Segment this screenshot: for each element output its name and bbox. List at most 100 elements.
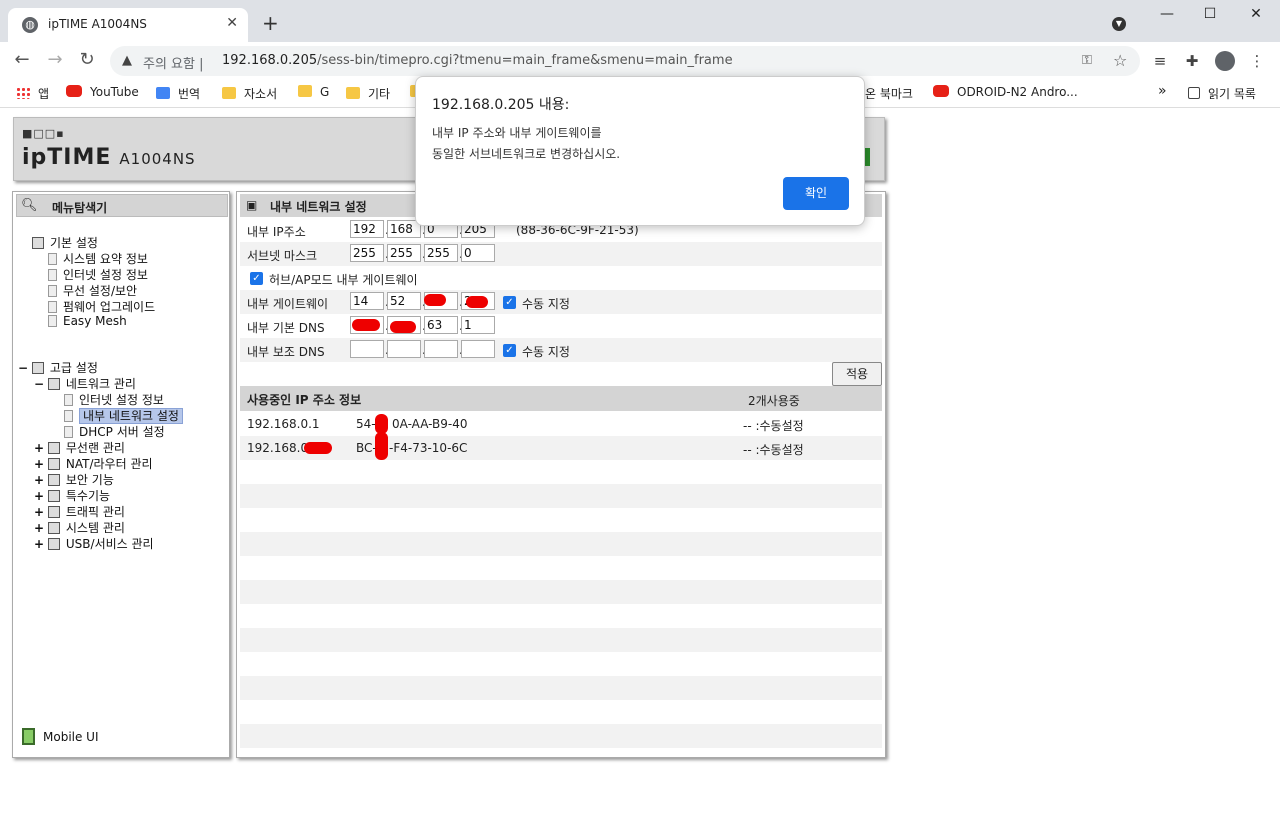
redaction-mark [466, 296, 488, 308]
reading-mode-icon[interactable]: ≡ [1150, 52, 1170, 70]
star-icon[interactable]: ☆ [1113, 51, 1127, 70]
minimize-button[interactable]: — [1153, 6, 1181, 22]
monitor-icon [48, 269, 57, 281]
mask-label: 서브넷 마스크 [247, 249, 318, 263]
tree-item[interactable]: 인터넷 설정 정보 [48, 266, 148, 283]
reading-list[interactable]: 읽기 목록 [1188, 85, 1256, 102]
tree-wireless[interactable]: + 무선랜 관리 [34, 439, 125, 456]
table-row [240, 628, 882, 652]
maximize-button[interactable]: ☐ [1196, 6, 1224, 22]
reading-list-icon [1188, 87, 1200, 99]
tree-system[interactable]: + 시스템 관리 [34, 519, 125, 536]
forward-icon[interactable]: → [43, 49, 67, 70]
browser-tab[interactable]: ◍ ipTIME A1004NS ✕ [8, 8, 248, 42]
close-tab-icon[interactable]: ✕ [226, 15, 238, 31]
dns2-octet-4[interactable] [461, 340, 495, 358]
gateway-manual-checkbox[interactable]: ✓ [503, 296, 516, 309]
row-type: -- :수동설정 [743, 419, 804, 433]
tree-special[interactable]: + 특수기능 [34, 487, 110, 504]
tree-advanced[interactable]: − 고급 설정 [18, 359, 98, 376]
bookmark-other[interactable]: 온 북마크 [865, 85, 913, 102]
search-icon: 🔍︎ [21, 198, 38, 213]
url-text[interactable]: 192.168.0.205/sess-bin/timepro.cgi?tmenu… [222, 53, 733, 68]
dialog-ok-button[interactable]: 확인 [783, 177, 849, 210]
mobile-ui-link[interactable]: Mobile UI [22, 728, 99, 745]
table-row [240, 724, 882, 748]
mask-octet-4[interactable]: 0 [461, 244, 495, 262]
tree-nat[interactable]: + NAT/라우터 관리 [34, 455, 153, 472]
bookmark-folder[interactable]: G [298, 85, 329, 99]
tree-item-selected[interactable]: 내부 네트워크 설정 [64, 407, 183, 424]
tree-item[interactable]: 무선 설정/보안 [48, 282, 137, 299]
network-icon [47, 378, 60, 390]
table-row [240, 652, 882, 676]
tree-item[interactable]: 시스템 요약 정보 [48, 250, 148, 267]
menu-icon[interactable]: ⋮ [1247, 52, 1267, 70]
window-icon: ▣ [246, 198, 258, 212]
table-row [240, 460, 882, 484]
key-icon[interactable]: ⚿ [1082, 53, 1092, 68]
youtube-icon [66, 85, 82, 97]
folder-icon [31, 362, 44, 374]
mask-row: 서브넷 마스크 255. 255. 255. 0 [240, 242, 882, 266]
lock-icon [47, 474, 60, 486]
wireless-icon [47, 442, 60, 454]
tree-item[interactable]: Easy Mesh [48, 314, 127, 328]
hub-checkbox[interactable]: ✓ [250, 272, 263, 285]
tree-traffic[interactable]: + 트래픽 관리 [34, 503, 125, 520]
tree-security[interactable]: + 보안 기능 [34, 471, 114, 488]
dns2-octet-3[interactable] [424, 340, 458, 358]
profile-avatar[interactable] [1215, 51, 1235, 71]
router-icon [47, 458, 60, 470]
apps-icon [16, 87, 30, 99]
youtube-icon [933, 85, 949, 97]
row-mac: BC- [356, 441, 377, 455]
dns1-row: 내부 기본 DNS . . 63. 1 [240, 314, 882, 338]
warning-icon[interactable]: ▲ [122, 53, 132, 68]
new-tab-button[interactable]: + [262, 13, 279, 33]
back-icon[interactable]: ← [10, 49, 34, 70]
security-label[interactable]: 주의 요함 | [143, 53, 204, 72]
bookmark-folder[interactable]: 기타 [346, 85, 390, 102]
extensions-icon[interactable]: ✚ [1182, 52, 1202, 70]
mask-octet-1[interactable]: 255 [350, 244, 384, 262]
table-row [240, 484, 882, 508]
bookmark-translate[interactable]: 번역 [156, 85, 200, 102]
hub-row: ✓ 허브/AP모드 내부 게이트웨이 [240, 266, 882, 290]
window-close-button[interactable]: ✕ [1242, 6, 1270, 22]
dns1-label: 내부 기본 DNS [247, 321, 325, 335]
dns-manual-checkbox[interactable]: ✓ [503, 344, 516, 357]
gw-octet-2[interactable]: 52 [387, 292, 421, 310]
table-row [240, 604, 882, 628]
tree-item[interactable]: 인터넷 설정 정보 [64, 391, 164, 408]
page-icon [64, 394, 73, 406]
apply-button[interactable]: 적용 [832, 362, 882, 386]
dns1-octet-3[interactable]: 63 [424, 316, 458, 334]
row-ip: 192.168.0.1 [247, 417, 320, 431]
bookmark-odroid[interactable]: ODROID-N2 Andro... [933, 85, 1078, 99]
dns2-octet-1[interactable] [350, 340, 384, 358]
bookmark-overflow[interactable]: » [1158, 83, 1167, 99]
ip-octet-1[interactable]: 192 [350, 220, 384, 238]
hub-label: 허브/AP모드 내부 게이트웨이 [269, 273, 418, 287]
bookmark-folder[interactable]: 자소서 [222, 85, 277, 102]
row-ip: 192.168.0. [247, 441, 312, 455]
bookmark-youtube[interactable]: YouTube [66, 85, 139, 99]
table-row: 192.168.0. BC- -F4-73-10-6C -- :수동설정 [240, 432, 882, 460]
page-icon [64, 426, 73, 438]
mask-octet-3[interactable]: 255 [424, 244, 458, 262]
dns2-octet-2[interactable] [387, 340, 421, 358]
mask-octet-2[interactable]: 255 [387, 244, 421, 262]
tree-basic[interactable]: 기본 설정 [32, 234, 98, 251]
url-host: 192.168.0.205 [222, 53, 318, 68]
tab-search-icon[interactable]: ▼ [1112, 17, 1126, 31]
tree-network[interactable]: − 네트워크 관리 [34, 375, 136, 392]
dns1-octet-4[interactable]: 1 [461, 316, 495, 334]
bookmark-apps[interactable]: 앱 [16, 85, 49, 102]
reload-icon[interactable]: ↻ [75, 49, 99, 70]
gw-octet-1[interactable]: 14 [350, 292, 384, 310]
tree-item[interactable]: 펌웨어 업그레이드 [48, 298, 155, 315]
tree-item[interactable]: DHCP 서버 설정 [64, 423, 165, 440]
tree-usb[interactable]: + USB/서비스 관리 [34, 535, 154, 552]
dialog-message: 내부 IP 주소와 내부 게이트웨이를 동일한 서브네트워크로 변경하십시오. [432, 126, 621, 161]
